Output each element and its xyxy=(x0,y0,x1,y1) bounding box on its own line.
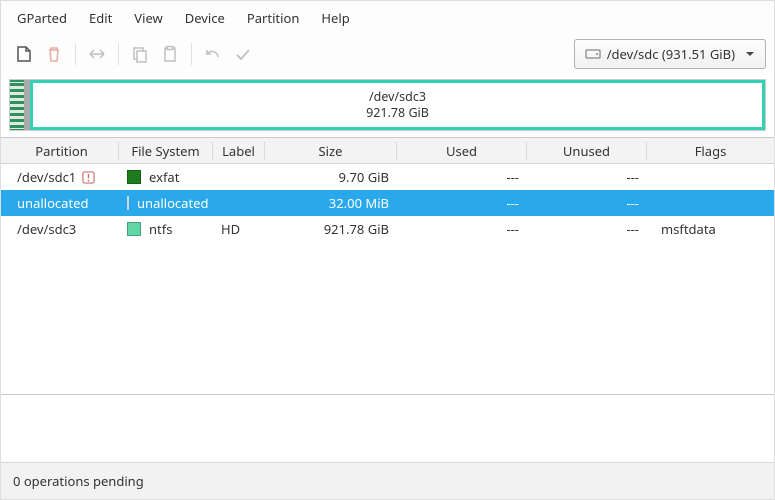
apply-button[interactable] xyxy=(228,39,258,69)
new-partition-icon xyxy=(15,45,33,63)
partition-map-segment-sdc1[interactable] xyxy=(10,80,24,130)
warning-icon xyxy=(82,171,95,184)
filesystem-swatch xyxy=(127,196,129,210)
paste-icon xyxy=(161,45,179,63)
drive-icon xyxy=(585,47,601,61)
undo-icon xyxy=(204,45,222,63)
separator xyxy=(75,43,76,65)
menu-gparted[interactable]: GParted xyxy=(7,5,77,31)
label-cell: HD xyxy=(213,220,265,238)
status-text: 0 operations pending xyxy=(13,472,144,490)
menu-help[interactable]: Help xyxy=(311,5,359,31)
size-cell: 32.00 MiB xyxy=(265,194,397,212)
partition-table: Partition File System Label Size Used Un… xyxy=(1,137,774,395)
new-partition-button[interactable] xyxy=(9,39,39,69)
size-cell: 9.70 GiB xyxy=(265,168,397,186)
menu-bar: GPartedEditViewDevicePartitionHelp xyxy=(1,1,774,35)
filesystem-name: ntfs xyxy=(149,220,172,238)
table-row[interactable]: /dev/sdc1exfat9.70 GiB------ xyxy=(1,164,774,190)
filesystem-name: exfat xyxy=(149,168,179,186)
col-unused[interactable]: Unused xyxy=(527,142,647,160)
filesystem-name: unallocated xyxy=(137,194,209,212)
apply-icon xyxy=(234,45,252,63)
copy-button[interactable] xyxy=(125,39,155,69)
menu-partition[interactable]: Partition xyxy=(237,5,310,31)
partition-name: unallocated xyxy=(17,194,89,212)
filesystem-swatch xyxy=(127,222,141,236)
delete-button[interactable] xyxy=(39,39,69,69)
menu-edit[interactable]: Edit xyxy=(79,5,122,31)
used-cell: --- xyxy=(397,168,527,186)
unused-cell: --- xyxy=(527,194,647,212)
col-partition[interactable]: Partition xyxy=(1,142,119,160)
partition-map[interactable]: /dev/sdc3 921.78 GiB xyxy=(9,79,766,131)
unused-cell: --- xyxy=(527,168,647,186)
used-cell: --- xyxy=(397,220,527,238)
chevron-down-icon xyxy=(745,49,755,59)
unused-cell: --- xyxy=(527,220,647,238)
separator xyxy=(191,43,192,65)
partition-name: /dev/sdc1 xyxy=(17,168,76,186)
table-header: Partition File System Label Size Used Un… xyxy=(1,138,774,164)
paste-button[interactable] xyxy=(155,39,185,69)
undo-button[interactable] xyxy=(198,39,228,69)
flags-cell: msftdata xyxy=(647,220,774,238)
map-segment-title: /dev/sdc3 xyxy=(366,89,429,105)
partition-map-segment-sdc3[interactable]: /dev/sdc3 921.78 GiB xyxy=(30,80,765,130)
resize-move-button[interactable] xyxy=(82,39,112,69)
menu-device[interactable]: Device xyxy=(175,5,235,31)
map-segment-size: 921.78 GiB xyxy=(366,105,429,121)
used-cell: --- xyxy=(397,194,527,212)
separator xyxy=(118,43,119,65)
table-row[interactable]: /dev/sdc3ntfsHD921.78 GiB------msftdata xyxy=(1,216,774,242)
resize-icon xyxy=(87,45,107,63)
copy-icon xyxy=(131,45,149,63)
app-window: GPartedEditViewDevicePartitionHelp / xyxy=(0,0,775,500)
filesystem-swatch xyxy=(127,170,141,184)
device-selector-label: /dev/sdc (931.51 GiB) xyxy=(607,45,735,63)
col-filesystem[interactable]: File System xyxy=(119,142,213,160)
col-size[interactable]: Size xyxy=(265,142,397,160)
table-row[interactable]: unallocatedunallocated32.00 MiB------ xyxy=(1,190,774,216)
partition-name: /dev/sdc3 xyxy=(17,220,76,238)
delete-icon xyxy=(45,45,63,63)
size-cell: 921.78 GiB xyxy=(265,220,397,238)
table-body: /dev/sdc1exfat9.70 GiB------unallocatedu… xyxy=(1,164,774,394)
menu-view[interactable]: View xyxy=(124,5,172,31)
toolbar: /dev/sdc (931.51 GiB) xyxy=(1,35,774,73)
col-used[interactable]: Used xyxy=(397,142,527,160)
status-bar: 0 operations pending xyxy=(1,462,774,499)
col-flags[interactable]: Flags xyxy=(647,142,774,160)
device-selector[interactable]: /dev/sdc (931.51 GiB) xyxy=(574,39,766,69)
col-label[interactable]: Label xyxy=(213,142,265,160)
